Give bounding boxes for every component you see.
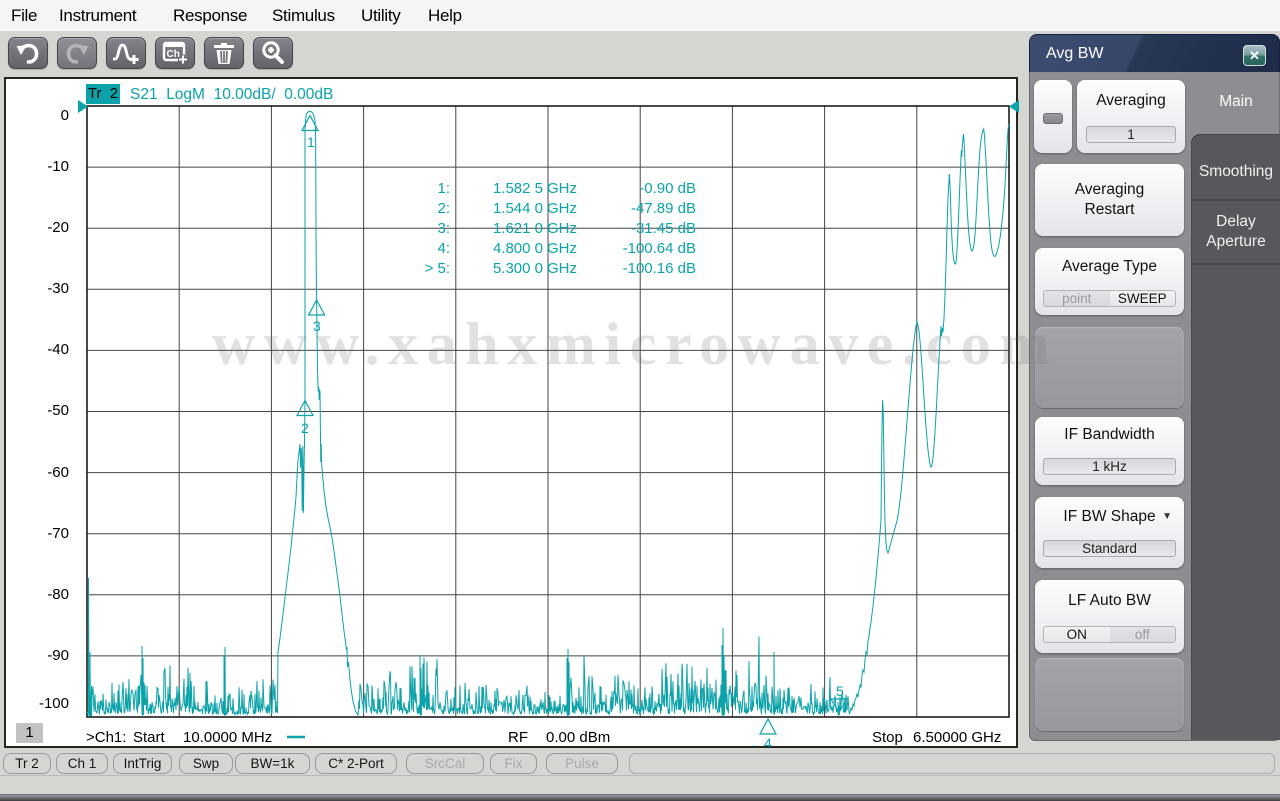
svg-text:Ch: Ch [167, 49, 180, 60]
